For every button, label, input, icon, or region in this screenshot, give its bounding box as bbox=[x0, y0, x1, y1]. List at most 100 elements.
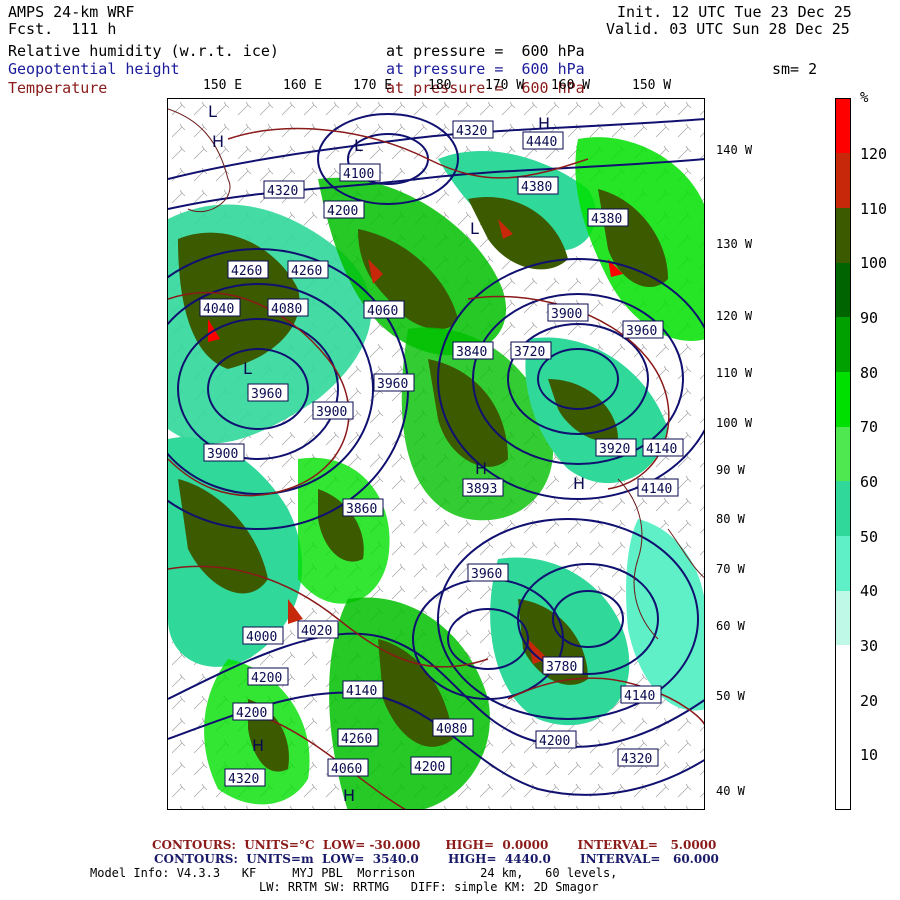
height-label: 4100 bbox=[339, 163, 381, 182]
height-label: 4200 bbox=[323, 200, 365, 219]
valid-time: Valid. 03 UTC Sun 28 Dec 25 bbox=[606, 20, 850, 38]
low-marker: L bbox=[208, 102, 217, 121]
height-label-text: 4140 bbox=[624, 689, 655, 704]
height-label-text: 4260 bbox=[341, 732, 372, 747]
colorbar-seg-30 bbox=[836, 591, 850, 645]
height-label: 4380 bbox=[587, 208, 629, 227]
colorbar-label: 90 bbox=[860, 309, 879, 327]
height-label: 3900 bbox=[547, 303, 589, 322]
lon-label-140w: 140 W bbox=[716, 143, 753, 157]
height-label-text: 4080 bbox=[436, 722, 467, 737]
height-label-text: 3960 bbox=[626, 324, 657, 339]
footer-temp-contours: CONTOURS: UNITS=°C LOW= -30.000 HIGH= 0.… bbox=[152, 838, 717, 852]
colorbar-label: 10 bbox=[860, 746, 879, 764]
height-label: 4200 bbox=[535, 730, 577, 749]
height-label-text: 4140 bbox=[641, 482, 672, 497]
rh-height-temp-map: 4320 4200 4100 4080 4040 4260 4260 3900 … bbox=[168, 99, 704, 809]
height-label-text: 4020 bbox=[301, 624, 332, 639]
lon-label-90w: 90 W bbox=[716, 463, 745, 477]
lon-label-110w: 110 W bbox=[716, 366, 753, 380]
lon-label-170w: 170 W bbox=[485, 78, 525, 93]
field-height-level: at pressure = 600 hPa bbox=[386, 60, 585, 78]
height-label-text: 4380 bbox=[521, 180, 552, 195]
height-label: 4060 bbox=[363, 300, 405, 319]
init-time: Init. 12 UTC Tue 23 Dec 25 bbox=[617, 3, 852, 21]
height-label-text: 3900 bbox=[207, 447, 238, 462]
lon-label-130w: 130 W bbox=[716, 237, 753, 251]
high-marker: H bbox=[475, 459, 487, 478]
colorbar-label: 20 bbox=[860, 692, 879, 710]
height-label-text: 3840 bbox=[456, 345, 487, 360]
colorbar-label: 60 bbox=[860, 473, 879, 491]
colorbar-label: 70 bbox=[860, 418, 879, 436]
height-label: 4320 bbox=[224, 768, 266, 787]
lon-label-40w: 40 W bbox=[716, 784, 745, 798]
colorbar-label: 30 bbox=[860, 637, 879, 655]
colorbar-label: 50 bbox=[860, 528, 879, 546]
height-label-text: 4140 bbox=[346, 684, 377, 699]
high-marker: H bbox=[212, 132, 224, 151]
colorbar-label: 110 bbox=[860, 200, 888, 218]
height-label: 4200 bbox=[410, 756, 452, 775]
height-label: 3720 bbox=[510, 341, 552, 360]
height-label-text: 4200 bbox=[414, 760, 445, 775]
height-label: 3960 bbox=[373, 373, 415, 392]
colorbar-label: 80 bbox=[860, 364, 879, 382]
colorbar-unit: % bbox=[860, 90, 869, 106]
height-label-text: 4200 bbox=[327, 204, 358, 219]
smoothing-label: sm= 2 bbox=[772, 60, 818, 78]
height-label: 3900 bbox=[312, 401, 354, 420]
lon-label-120w: 120 W bbox=[716, 309, 753, 323]
lon-label-180: 180 bbox=[428, 78, 452, 93]
height-label: 4140 bbox=[637, 478, 679, 497]
lon-label-70w: 70 W bbox=[716, 562, 745, 576]
lon-label-100w: 100 W bbox=[716, 416, 753, 430]
forecast-hour: Fcst. 111 h bbox=[8, 20, 117, 38]
field-temp-label: Temperature bbox=[8, 79, 108, 97]
height-label-text: 4000 bbox=[246, 630, 277, 645]
height-label: 3960 bbox=[467, 563, 509, 582]
height-label-text: 3960 bbox=[251, 387, 282, 402]
height-label-text: 3900 bbox=[551, 307, 582, 322]
height-label: 3920 bbox=[595, 438, 637, 457]
height-label-text: 3900 bbox=[316, 405, 347, 420]
height-label: 4200 bbox=[232, 702, 274, 721]
colorbar-label: 100 bbox=[860, 254, 888, 272]
field-height-label: Geopotential height bbox=[8, 60, 180, 78]
height-label: 4140 bbox=[642, 438, 684, 457]
colorbar-seg-120 bbox=[836, 99, 850, 153]
height-label: 3960 bbox=[247, 383, 289, 402]
model-title: AMPS 24-km WRF bbox=[8, 3, 135, 21]
field-rh-label: Relative humidity (w.r.t. ice) bbox=[8, 42, 279, 60]
footer-model-info: Model Info: V4.3.3 KF MYJ PBL Morrison 2… bbox=[90, 866, 618, 880]
height-label-text: 3893 bbox=[466, 482, 497, 497]
height-label-text: 3960 bbox=[377, 377, 408, 392]
low-marker: L bbox=[354, 136, 363, 155]
height-label: 3900 bbox=[203, 443, 245, 462]
high-marker: H bbox=[538, 114, 550, 133]
colorbar-seg-110 bbox=[836, 153, 850, 208]
colorbar-seg-10 bbox=[836, 700, 850, 755]
height-label: 3840 bbox=[452, 341, 494, 360]
colorbar bbox=[835, 98, 851, 810]
height-label: 4140 bbox=[620, 685, 662, 704]
height-label-text: 4320 bbox=[621, 752, 652, 767]
height-label-text: 4200 bbox=[251, 671, 282, 686]
height-label: 4440 bbox=[522, 131, 564, 150]
high-marker: H bbox=[573, 474, 585, 493]
height-label: 4040 bbox=[199, 298, 241, 317]
height-label: 4260 bbox=[337, 728, 379, 747]
height-label-text: 4060 bbox=[331, 762, 362, 777]
height-label: 4260 bbox=[227, 260, 269, 279]
height-label: 4060 bbox=[327, 758, 369, 777]
height-label: 3960 bbox=[622, 320, 664, 339]
lon-label-50w: 50 W bbox=[716, 689, 745, 703]
height-label: 4320 bbox=[263, 180, 305, 199]
lon-label-60w: 60 W bbox=[716, 619, 745, 633]
height-label: 3860 bbox=[342, 498, 384, 517]
low-marker: L bbox=[243, 359, 252, 378]
height-label-text: 4060 bbox=[367, 304, 398, 319]
colorbar-seg-70 bbox=[836, 372, 850, 427]
height-label-text: 3780 bbox=[546, 660, 577, 675]
footer-height-contours: CONTOURS: UNITS=m LOW= 3540.0 HIGH= 4440… bbox=[154, 852, 719, 866]
